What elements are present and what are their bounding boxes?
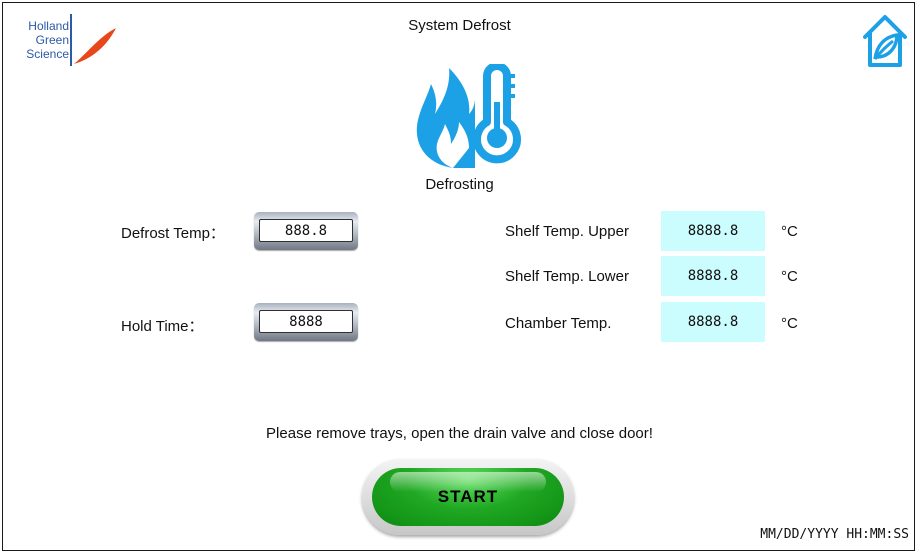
start-button-label: START [437, 487, 499, 506]
chamber-temp-value: 8888.8 [661, 302, 765, 342]
datetime-display: MM/DD/YYYY HH:MM:SS [760, 527, 909, 542]
logo-line-2: Green [35, 33, 69, 47]
start-button-face[interactable]: START [372, 468, 564, 526]
chamber-temp-unit: °C [781, 315, 798, 332]
defrost-temp-label: Defrost Temp： [121, 225, 225, 242]
hold-time-field[interactable]: 8888 [254, 303, 358, 341]
shelf-temp-upper-label: Shelf Temp. Upper [505, 223, 629, 240]
hold-time-label: Hold Time： [121, 318, 204, 335]
defrost-temp-field[interactable]: 888.8 [254, 212, 358, 250]
shelf-temp-lower-label: Shelf Temp. Lower [505, 268, 629, 285]
shelf-temp-upper-unit: °C [781, 223, 798, 240]
shelf-temp-lower-value: 8888.8 [661, 256, 765, 296]
page-title: System Defrost [408, 17, 511, 34]
instruction-message: Please remove trays, open the drain valv… [266, 425, 653, 442]
home-leaf-icon[interactable] [861, 11, 909, 69]
logo-line-3: Science [26, 47, 69, 61]
shelf-temp-upper-value: 8888.8 [661, 211, 765, 251]
start-button[interactable]: START [362, 459, 574, 535]
flame-thermometer-icon [416, 64, 521, 170]
defrost-temp-value[interactable]: 888.8 [259, 219, 353, 242]
chamber-temp-label: Chamber Temp. [505, 315, 612, 332]
shelf-temp-lower-unit: °C [781, 268, 798, 285]
hold-time-value[interactable]: 8888 [259, 310, 353, 333]
status-label: Defrosting [425, 176, 494, 193]
